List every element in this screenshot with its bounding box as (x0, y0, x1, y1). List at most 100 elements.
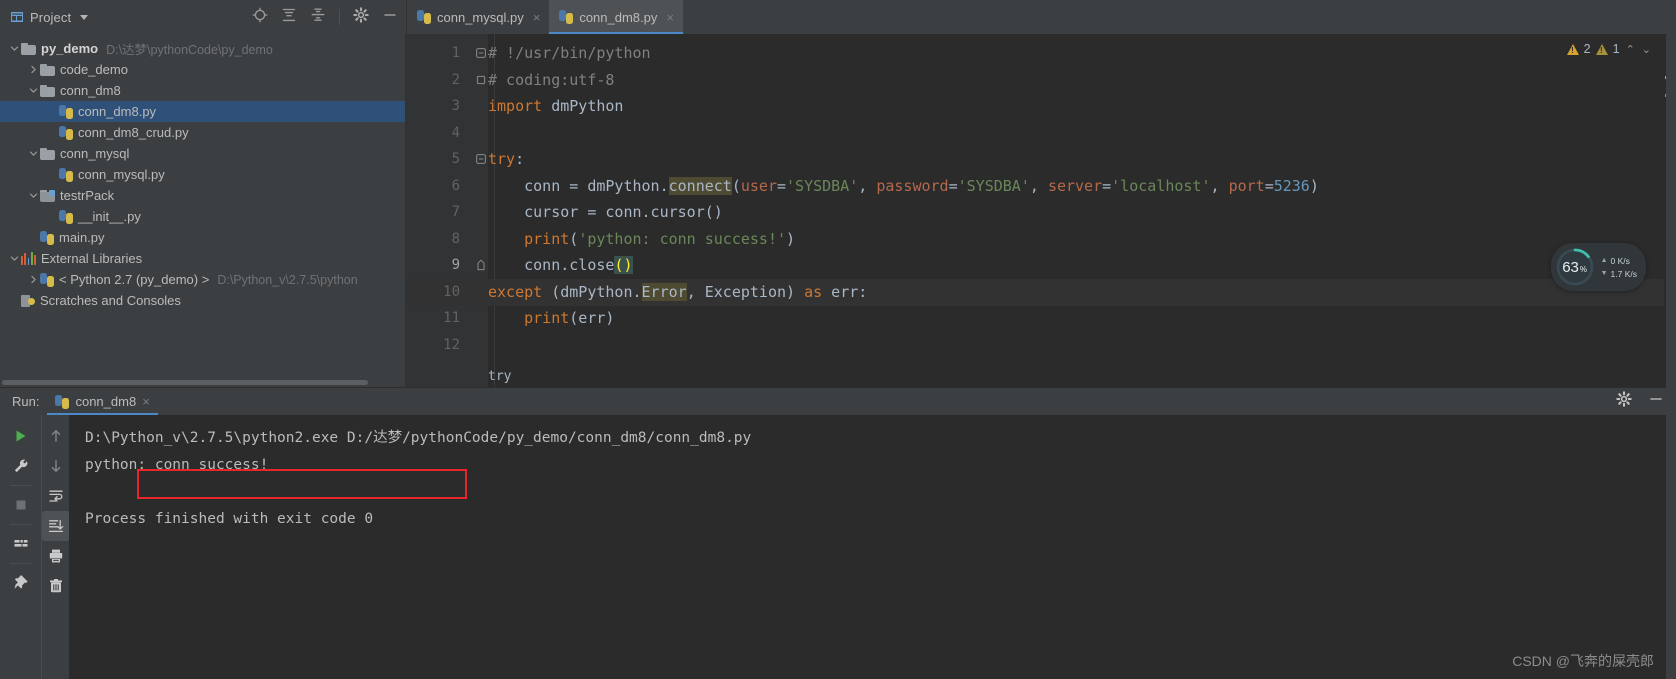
tree-item-label: conn_mysql (60, 146, 130, 161)
chevron-down-icon[interactable] (80, 14, 89, 20)
tree-item-conn-dm8-py[interactable]: conn_dm8.py (0, 101, 405, 122)
cpu-memory-indicator[interactable]: 63% ▲ 0 K/s ▼ 1.7 K/s (1550, 243, 1646, 291)
top-row: Project conn_mysql.py × conn_dm8.py × (0, 0, 1676, 34)
tree-item-conn-mysql[interactable]: conn_mysql (0, 143, 405, 164)
close-icon[interactable]: × (142, 394, 150, 409)
fold-toggle-icon[interactable] (476, 67, 486, 94)
expand-collapse-icon[interactable] (310, 7, 326, 28)
download-speed-row: ▼ 1.7 K/s (1601, 269, 1637, 279)
code-token: = (1264, 176, 1274, 195)
chevron-right-icon[interactable] (27, 275, 40, 284)
code-line: print('python: conn success!') (488, 226, 795, 253)
tree-item-conn-dm8-crud-py[interactable]: conn_dm8_crud.py (0, 122, 405, 143)
project-title-group[interactable]: Project (10, 10, 89, 25)
tree-item-external-libraries[interactable]: External Libraries (0, 248, 405, 269)
inspection-status-widget[interactable]: 2 1 ⌃ ⌄ (1566, 42, 1652, 56)
settings-gear-icon[interactable] (353, 6, 369, 28)
python-file-icon (417, 10, 431, 24)
code-token: as (804, 282, 823, 301)
pycharm-window: Project conn_mysql.py × conn_dm8.py × py… (0, 0, 1676, 679)
line-number: 10 (443, 283, 460, 300)
python-file-icon (59, 125, 73, 140)
close-icon[interactable]: × (533, 10, 541, 25)
chevron-up-icon[interactable]: ⌃ (1625, 43, 1636, 56)
tree-item-label: < Python 2.7 (py_demo) > (59, 272, 210, 287)
scrollbar-thumb[interactable] (2, 380, 368, 385)
project-tree-panel: py_demo D:\达梦\pythonCode\py_demo code_demo… (0, 34, 406, 387)
code-token: password (876, 176, 949, 195)
code-token: , (1029, 176, 1048, 195)
collapse-all-icon[interactable] (281, 7, 297, 28)
python-file-icon (59, 167, 73, 182)
minimize-icon[interactable] (382, 7, 398, 28)
code-editor[interactable]: 1 2 3 4 5 6 7 8 9 10 11 12 # !/usr/bin/python # codi… (406, 34, 1676, 387)
down-arrow-icon[interactable] (42, 451, 70, 481)
scratches-icon (21, 294, 35, 308)
stop-icon[interactable] (7, 490, 35, 520)
tree-item-label: code_demo (60, 62, 128, 77)
trash-icon[interactable] (42, 571, 70, 601)
code-line: conn.close() (488, 252, 633, 279)
chevron-down-icon[interactable] (27, 149, 40, 158)
tree-item-scratches-and-consoles[interactable]: Scratches and Consoles (0, 290, 405, 311)
code-token: ( (731, 176, 741, 195)
tree-item-testrpack[interactable]: testrPack (0, 185, 405, 206)
breadcrumb[interactable]: try (488, 365, 511, 387)
rerun-icon[interactable] (7, 421, 35, 451)
chevron-right-icon[interactable] (27, 65, 40, 74)
code-token: , (686, 282, 705, 301)
console-output[interactable]: D:\Python_v\2.7.5\python2.exe D:/达梦/pyth… (69, 415, 1676, 679)
tree-item-label: External Libraries (41, 251, 143, 266)
code-token: , (1210, 176, 1229, 195)
wrench-icon[interactable] (7, 451, 35, 481)
soft-wrap-icon[interactable] (42, 481, 70, 511)
tree-item-main-py[interactable]: main.py (0, 227, 405, 248)
code-token: , (858, 176, 877, 195)
code-token: 'localhost' (1111, 176, 1211, 195)
line-number: 9 (451, 257, 460, 273)
chevron-down-icon[interactable] (27, 86, 40, 95)
chevron-down-icon[interactable] (27, 191, 40, 200)
sidebar-horizontal-scrollbar[interactable] (0, 378, 405, 387)
chevron-down-icon[interactable]: ⌄ (1641, 43, 1652, 56)
line-number: 8 (451, 230, 460, 247)
fold-toggle-icon[interactable] (476, 252, 486, 279)
tree-item-conn-mysql-py[interactable]: conn_mysql.py (0, 164, 405, 185)
project-icon (11, 12, 23, 22)
up-arrow-icon[interactable] (42, 421, 70, 451)
locate-icon[interactable] (252, 7, 268, 28)
code-token: try (488, 150, 516, 168)
chevron-down-icon[interactable] (8, 44, 21, 53)
code-line: # coding:utf-8 (488, 67, 614, 94)
fold-toggle-icon[interactable] (476, 40, 486, 67)
line-number: 11 (443, 310, 460, 326)
code-text-area[interactable]: # !/usr/bin/python # coding:utf-8 import d… (488, 34, 1676, 387)
line-number: 2 (451, 71, 460, 88)
editor-tab-conn-mysql[interactable]: conn_mysql.py × (407, 0, 549, 34)
code-token: = (777, 176, 787, 195)
layout-icon[interactable] (7, 529, 35, 559)
line-number: 1 (451, 45, 460, 61)
tree-item-conn-dm8[interactable]: conn_dm8 (0, 80, 405, 101)
scroll-to-end-icon[interactable] (41, 511, 70, 541)
print-icon[interactable] (42, 541, 70, 571)
python-file-icon (55, 394, 70, 409)
tree-item-path: D:\Python_v\2.7.5\python (217, 272, 358, 287)
fold-toggle-icon[interactable] (476, 146, 486, 173)
settings-gear-icon[interactable] (1616, 391, 1632, 412)
tree-item-py-demo[interactable]: py_demo D:\达梦\pythonCode\py_demo (0, 38, 405, 59)
minimize-icon[interactable] (1648, 391, 1664, 412)
editor-tab-conn-dm8[interactable]: conn_dm8.py × (549, 0, 683, 34)
code-token: conn.close (488, 256, 615, 274)
chevron-down-icon[interactable] (8, 254, 21, 263)
tree-item-code-demo[interactable]: code_demo (0, 59, 405, 80)
source-folder-icon (40, 189, 55, 202)
tree-item-init-py[interactable]: __init__.py (0, 206, 405, 227)
tree-item-python-2-7-py-demo[interactable]: < Python 2.7 (py_demo) > D:\Python_v\2.7.… (0, 269, 405, 290)
pin-icon[interactable] (7, 568, 35, 598)
run-toolbar-primary (0, 415, 41, 679)
run-configuration-tab[interactable]: conn_dm8 × (47, 388, 159, 415)
close-icon[interactable]: × (666, 10, 674, 25)
code-token: (dmPython. (542, 282, 642, 301)
